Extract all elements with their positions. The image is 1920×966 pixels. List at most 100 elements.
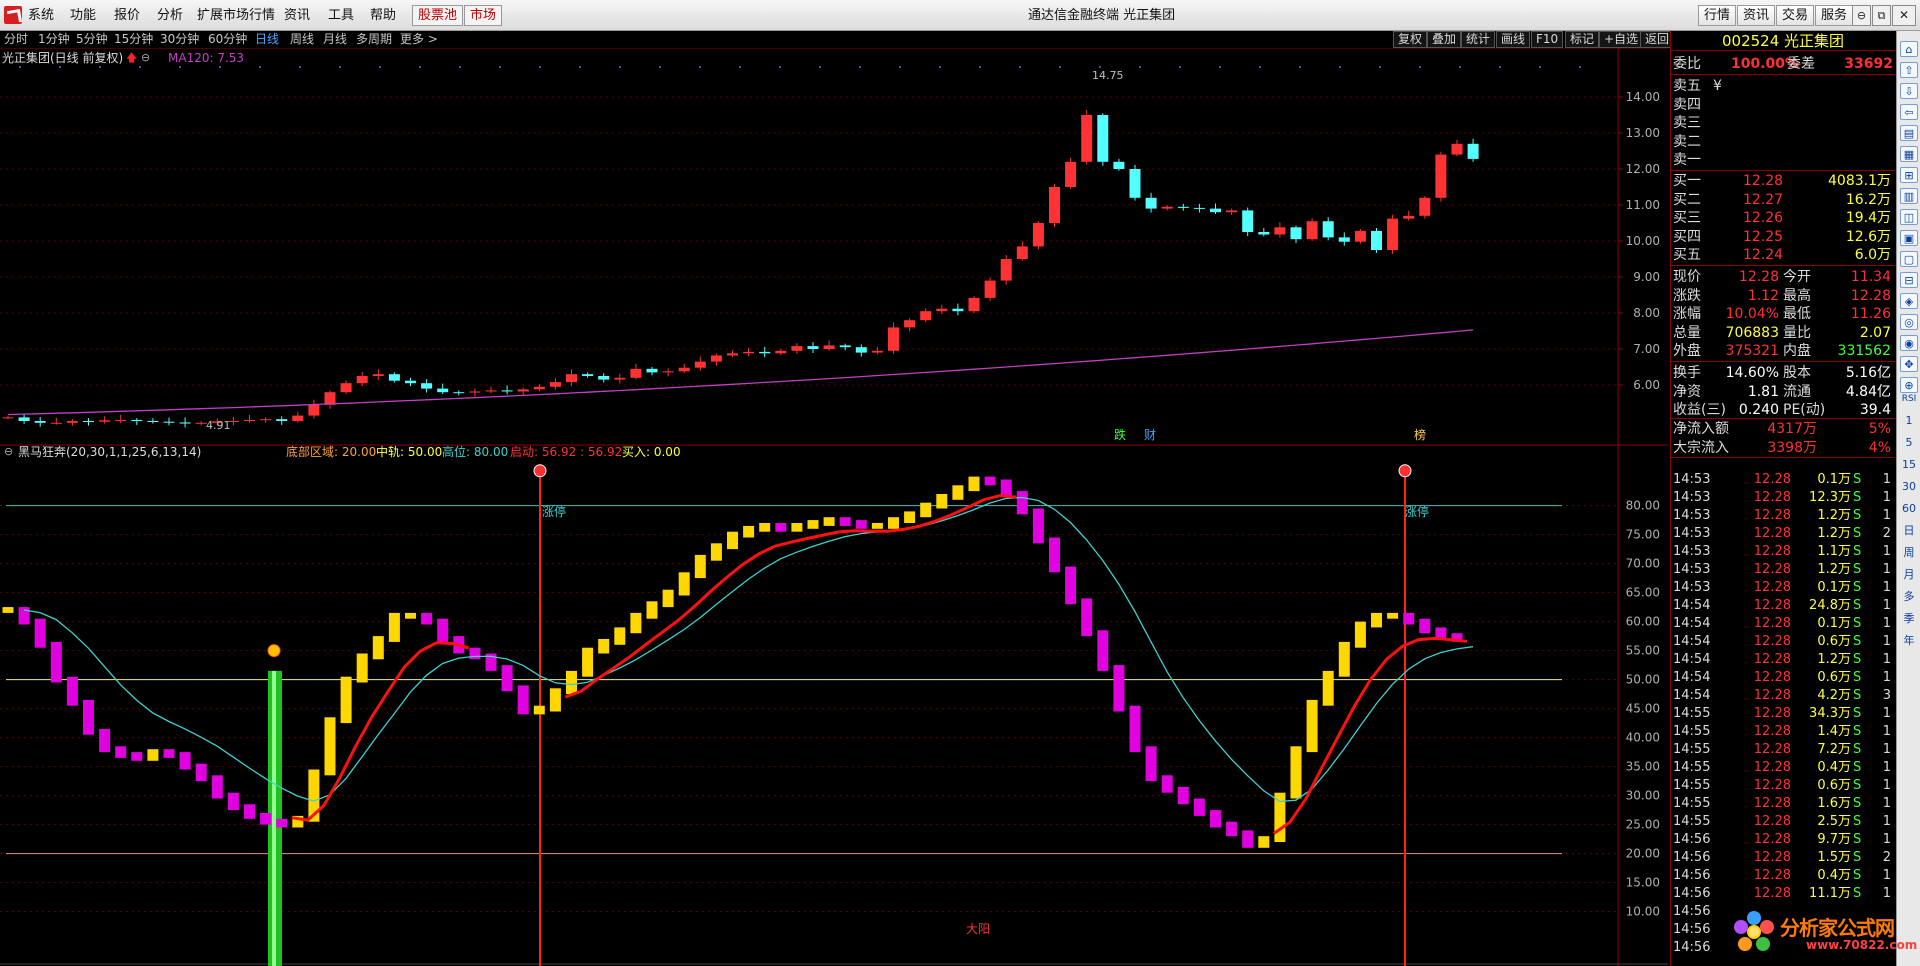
period-timeshare[interactable]: 分时 xyxy=(4,31,28,48)
side-period-item[interactable]: 季 xyxy=(1900,611,1918,627)
indicator-bar xyxy=(147,749,159,761)
restore-icon[interactable]: ⧉ xyxy=(1872,5,1891,26)
candle-body xyxy=(1387,218,1399,250)
signal-dot xyxy=(179,66,181,68)
side-period-item[interactable]: RSI xyxy=(1900,391,1918,407)
event-marker-list[interactable]: 榜 xyxy=(1414,428,1426,442)
side-period-item[interactable]: 年 xyxy=(1900,633,1918,649)
side-tool-icon[interactable]: ◉ xyxy=(1900,335,1918,351)
overlay-button[interactable]: 叠加 xyxy=(1427,31,1462,48)
close-icon[interactable]: ✕ xyxy=(1892,5,1916,26)
side-tool-icon[interactable]: ⊞ xyxy=(1900,167,1918,183)
period-15min[interactable]: 15分钟 xyxy=(114,31,153,48)
period-multi[interactable]: 多周期 xyxy=(356,31,392,48)
tick-price: 12.28 xyxy=(1753,868,1791,883)
side-period-item[interactable]: 多 xyxy=(1900,589,1918,605)
indicator-bar xyxy=(1049,537,1060,573)
f10-button[interactable]: F10 xyxy=(1531,31,1564,48)
watermark: 分析家公式网 www.70822.com xyxy=(1728,908,1918,956)
tick-price: 12.28 xyxy=(1753,562,1791,577)
service-tab-button[interactable]: 服务 xyxy=(1815,5,1853,26)
menu-function[interactable]: 功能 xyxy=(70,0,96,31)
side-period-item[interactable]: 周 xyxy=(1900,545,1918,561)
indicator-bar xyxy=(598,639,610,654)
indicator-bar xyxy=(1242,830,1254,848)
menu-system[interactable]: 系统 xyxy=(28,0,54,31)
tick-count: 2 xyxy=(1882,850,1891,865)
draw-line-button[interactable]: 画线 xyxy=(1496,31,1531,48)
side-tool-icon[interactable]: ▥ xyxy=(1900,188,1918,204)
period-more[interactable]: 更多 > xyxy=(400,31,438,48)
fund-value-2: 4.84亿 xyxy=(1845,383,1891,400)
menu-info[interactable]: 资讯 xyxy=(284,0,310,31)
side-tool-icon[interactable]: ⊟ xyxy=(1900,272,1918,288)
side-period-item[interactable]: 日 xyxy=(1900,523,1918,539)
trade-tab-button[interactable]: 交易 xyxy=(1776,5,1814,26)
side-period-item[interactable]: 1 xyxy=(1900,413,1918,429)
add-watchlist-button[interactable]: +自选 xyxy=(1599,31,1644,48)
side-tool-icon[interactable]: ◈ xyxy=(1900,293,1918,309)
mark-button[interactable]: 标记 xyxy=(1565,31,1600,48)
tick-side: S xyxy=(1853,868,1862,883)
side-tool-icon[interactable]: ⇧ xyxy=(1900,62,1918,78)
tick-volume: 12.3万 xyxy=(1809,490,1851,505)
side-period-item[interactable]: 15 xyxy=(1900,457,1918,473)
side-tool-icon[interactable]: ⇦ xyxy=(1900,104,1918,120)
market-button[interactable]: 市场 xyxy=(464,5,503,26)
stat-label: 涨幅 xyxy=(1673,306,1701,323)
side-tool-icon[interactable]: ✥ xyxy=(1900,356,1918,372)
side-tool-icon[interactable]: ▦ xyxy=(1900,146,1918,162)
minimize-icon[interactable]: ⊖ xyxy=(1852,5,1871,26)
period-monthly[interactable]: 月线 xyxy=(323,31,347,48)
signal-dot xyxy=(979,66,981,68)
side-period-item[interactable]: 30 xyxy=(1900,479,1918,495)
fund-label-2: PE(动) xyxy=(1783,402,1826,419)
period-30min[interactable]: 30分钟 xyxy=(160,31,199,48)
period-60min[interactable]: 60分钟 xyxy=(208,31,247,48)
side-tool-icon[interactable]: ◎ xyxy=(1900,314,1918,330)
side-period-item[interactable]: 月 xyxy=(1900,567,1918,583)
side-tool-icon[interactable]: ▣ xyxy=(1900,230,1918,246)
quote-tab-button[interactable]: 行情 xyxy=(1698,5,1736,26)
event-marker-fall[interactable]: 跌 xyxy=(1114,428,1126,442)
candle-body xyxy=(308,404,320,416)
period-1min[interactable]: 1分钟 xyxy=(38,31,70,48)
side-tool-icon[interactable]: ⌂ xyxy=(1900,41,1918,57)
buy-level-volume: 6.0万 xyxy=(1854,247,1891,264)
menu-tools[interactable]: 工具 xyxy=(328,0,354,31)
menu-quote[interactable]: 报价 xyxy=(114,0,140,31)
menu-analysis[interactable]: 分析 xyxy=(157,0,183,31)
tick-side: S xyxy=(1853,760,1862,775)
signal-dot xyxy=(1299,66,1301,68)
side-tool-icon[interactable]: ▤ xyxy=(1900,125,1918,141)
side-tool-icon[interactable]: ◫ xyxy=(1900,209,1918,225)
window-title: 通达信金融终端 光正集团 xyxy=(1028,8,1176,23)
candle-body xyxy=(1129,169,1141,198)
indicator-collapse-icon[interactable]: ⊖ xyxy=(4,445,13,459)
fund-value-2: 5.16亿 xyxy=(1845,365,1891,381)
dropdown-icon[interactable]: ⊖ xyxy=(141,51,150,65)
period-5min[interactable]: 5分钟 xyxy=(76,31,108,48)
tick-count: 1 xyxy=(1882,634,1891,649)
adjust-button[interactable]: 复权 xyxy=(1393,31,1428,48)
side-period-item[interactable]: 5 xyxy=(1900,435,1918,451)
side-tool-icon[interactable]: ⇩ xyxy=(1900,83,1918,99)
quote-panel: 002524 光正集团 委比 100.00% 委差 33692 卖五 ¥ 卖四 卖三卖… xyxy=(1670,31,1895,966)
candle-body xyxy=(1274,227,1286,235)
event-marker-finance[interactable]: 财 xyxy=(1144,428,1156,442)
side-period-item[interactable]: 60 xyxy=(1900,501,1918,517)
indicator-bar xyxy=(630,612,642,634)
side-tool-icon[interactable]: ▢ xyxy=(1900,251,1918,267)
back-button[interactable]: 返回 xyxy=(1640,31,1675,48)
flow-percent: 4% xyxy=(1868,439,1891,456)
tick-volume: 11.1万 xyxy=(1809,886,1851,901)
flow-label: 净流入额 xyxy=(1673,421,1729,437)
stats-button[interactable]: 统计 xyxy=(1461,31,1496,48)
candle-body xyxy=(1145,197,1157,209)
info-tab-button[interactable]: 资讯 xyxy=(1737,5,1775,26)
period-weekly[interactable]: 周线 xyxy=(290,31,314,48)
menu-help[interactable]: 帮助 xyxy=(370,0,396,31)
period-daily[interactable]: 日线 xyxy=(255,31,279,48)
menu-extended-market[interactable]: 扩展市场行情 xyxy=(197,0,275,31)
stock-pool-button[interactable]: 股票池 xyxy=(412,5,464,26)
